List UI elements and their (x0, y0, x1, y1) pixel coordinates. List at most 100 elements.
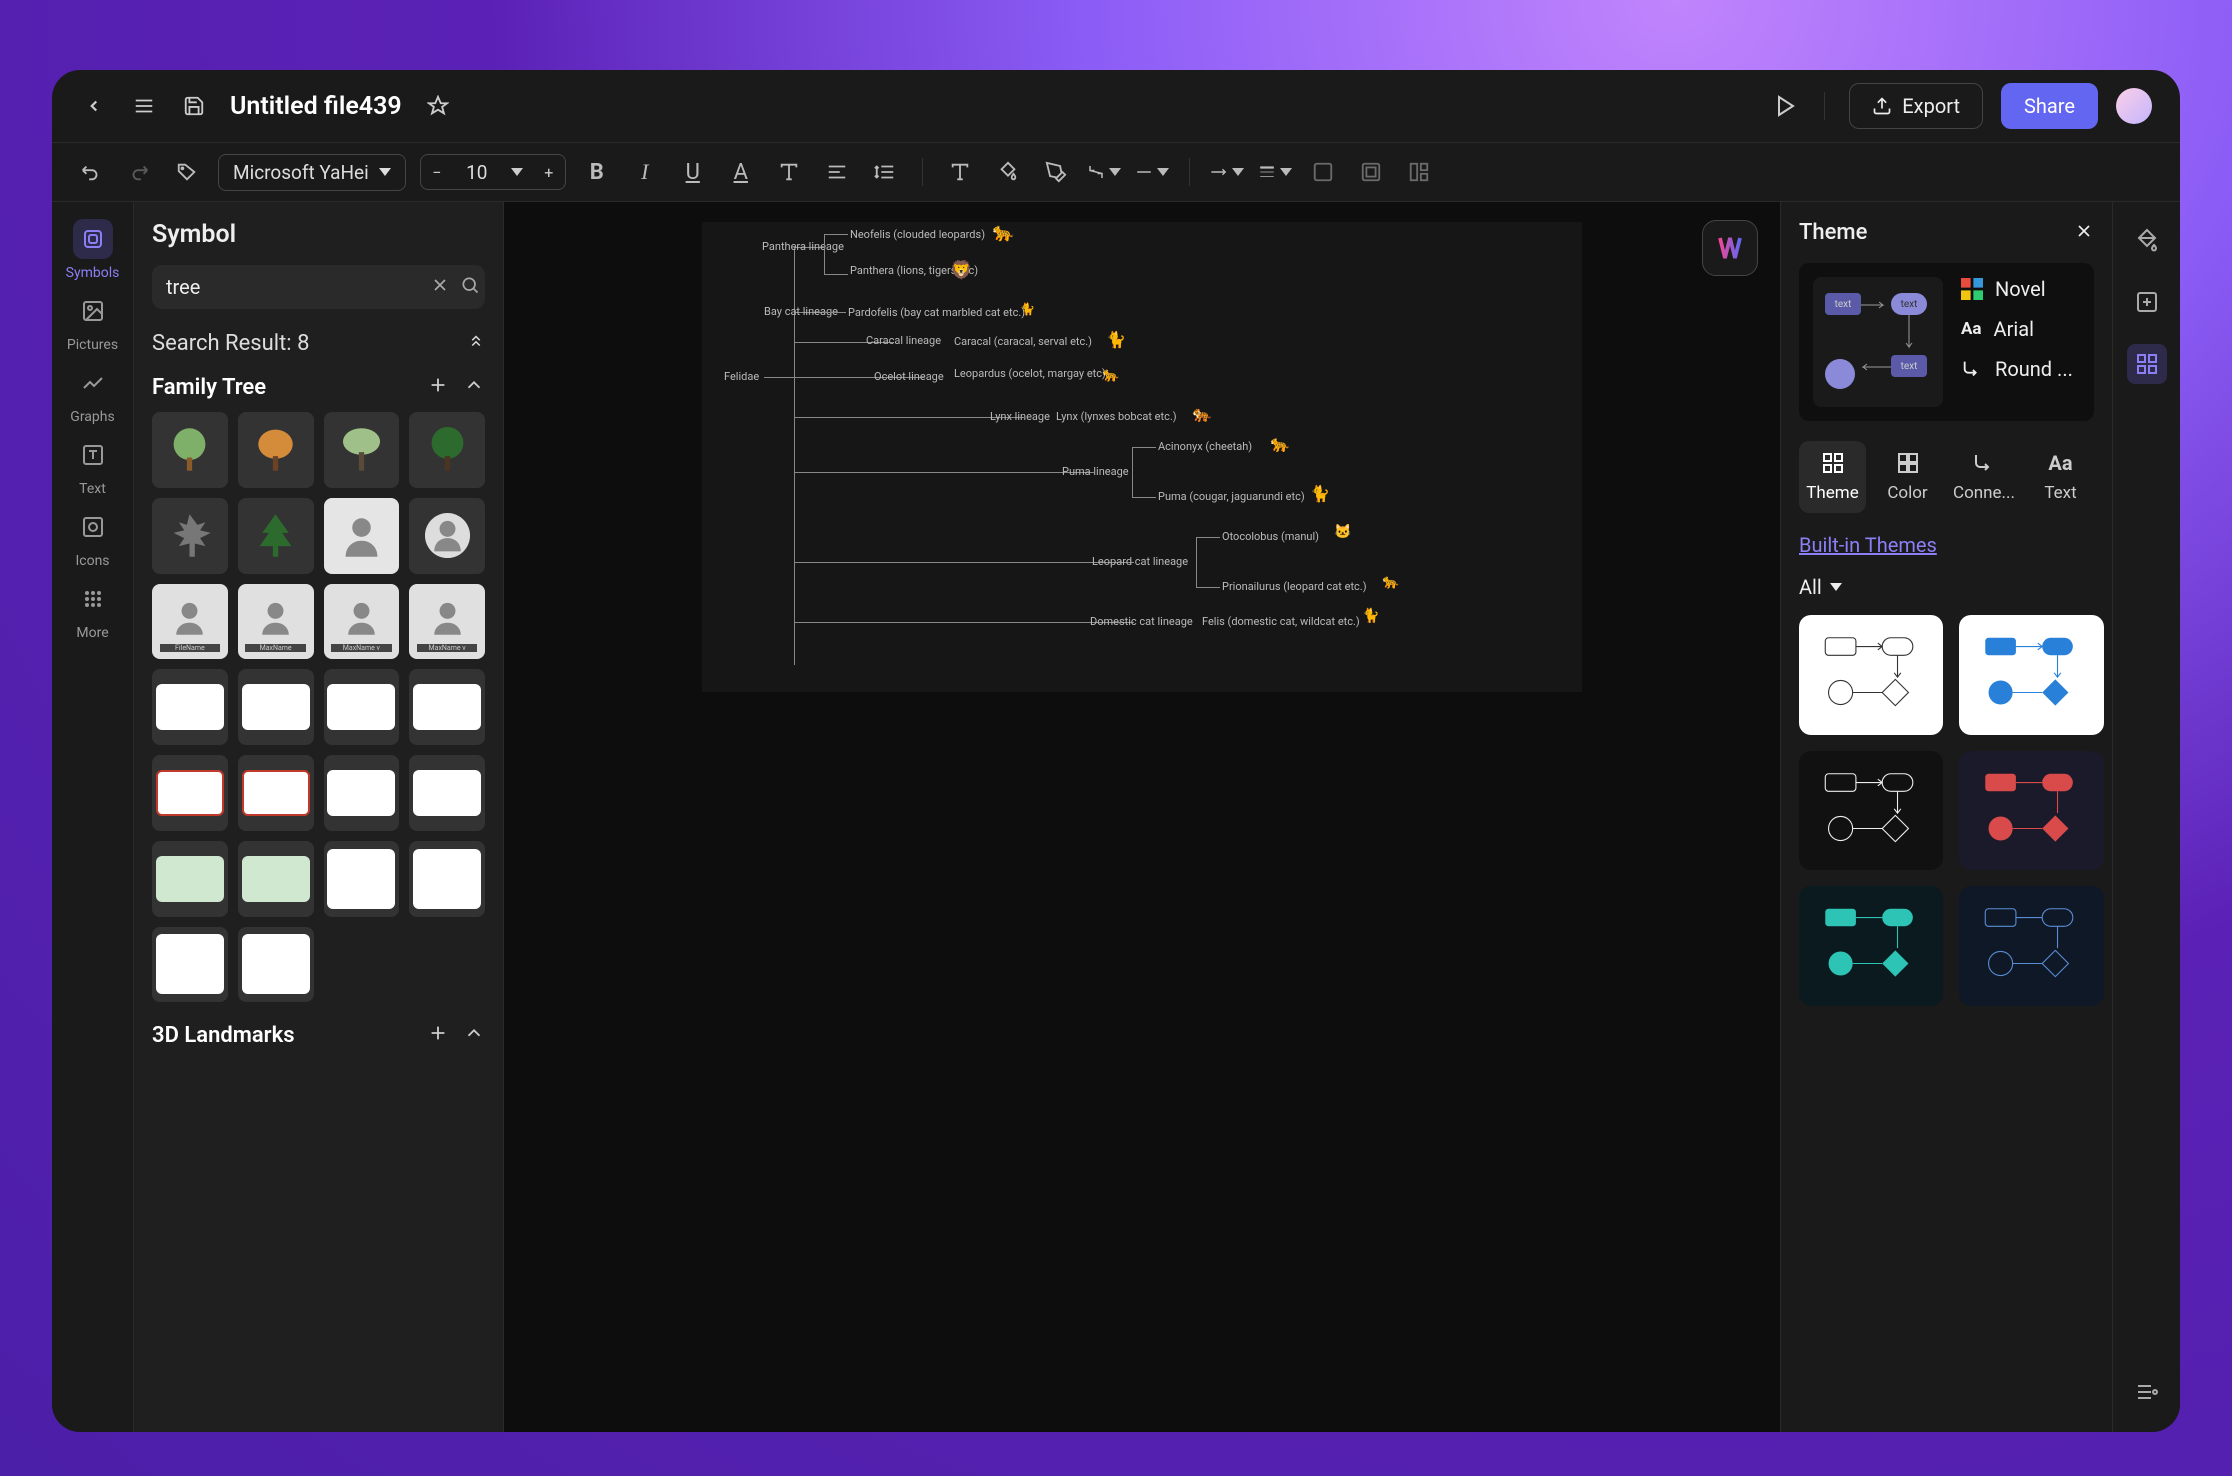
menu-button[interactable] (130, 92, 158, 120)
symbol-card-7[interactable] (324, 755, 400, 831)
save-icon[interactable] (180, 92, 208, 120)
arrow-start-button[interactable] (1210, 155, 1244, 189)
tag-button[interactable] (170, 155, 204, 189)
font-size-dropdown[interactable] (501, 155, 533, 189)
symbol-card-11[interactable] (324, 841, 400, 917)
category-family-tree: Family Tree (152, 375, 266, 400)
diagram-root: Felidae (724, 370, 759, 383)
symbol-card-3[interactable] (324, 669, 400, 745)
file-title[interactable]: Untitled file439 (230, 92, 402, 121)
symbol-card-4[interactable] (409, 669, 485, 745)
layout-button[interactable] (1402, 155, 1436, 189)
line-spacing-button[interactable] (868, 155, 902, 189)
tab-color[interactable]: Color (1874, 441, 1941, 513)
symbol-card-1[interactable] (152, 669, 228, 745)
symbol-card-14[interactable] (238, 927, 314, 1003)
font-row[interactable]: AaArial (1961, 317, 2080, 341)
collapse-category-icon[interactable] (463, 374, 485, 400)
phylogeny-diagram[interactable]: Felidae Panthera lineage Neofelis (cloud… (702, 222, 1582, 692)
play-button[interactable] (1772, 92, 1800, 120)
right-rail-import[interactable] (2127, 282, 2167, 322)
font-size-value[interactable]: 10 (453, 161, 501, 184)
export-button[interactable]: Export (1849, 83, 1983, 129)
add-category-icon-2[interactable] (427, 1022, 449, 1048)
theme-card-6[interactable] (1959, 886, 2103, 1006)
text-tool[interactable] (943, 155, 977, 189)
rail-symbols[interactable]: Symbols (61, 216, 125, 284)
font-size-increase[interactable]: + (533, 155, 565, 189)
collapse-category-icon-2[interactable] (463, 1022, 485, 1048)
symbol-tree-5[interactable] (152, 498, 228, 574)
collapse-results-icon[interactable] (467, 331, 485, 356)
italic-button[interactable]: I (628, 155, 662, 189)
back-button[interactable] (80, 92, 108, 120)
theme-card-5[interactable] (1799, 886, 1943, 1006)
rail-text[interactable]: Text (61, 432, 125, 500)
user-avatar[interactable] (2116, 88, 2152, 124)
theme-card-3[interactable] (1799, 751, 1943, 871)
right-rail-fill[interactable] (2127, 220, 2167, 260)
symbol-card-2[interactable] (238, 669, 314, 745)
shape-outline-button[interactable] (1306, 155, 1340, 189)
line-weight-button[interactable] (1258, 155, 1292, 189)
canvas[interactable]: Felidae Panthera lineage Neofelis (cloud… (504, 202, 1780, 1432)
font-color-button[interactable]: A (724, 155, 758, 189)
add-category-icon[interactable] (427, 374, 449, 400)
symbol-person-card-4[interactable]: MaxName v (409, 584, 485, 660)
right-rail-settings[interactable] (2127, 1372, 2167, 1412)
tab-theme[interactable]: Theme (1799, 441, 1866, 513)
connector-row[interactable]: Round ... (1961, 357, 2080, 381)
shape-fill-button[interactable] (1354, 155, 1388, 189)
close-panel-icon[interactable] (2074, 221, 2094, 245)
theme-card-4[interactable] (1959, 751, 2103, 871)
symbol-person-card-3[interactable]: MaxName v (324, 584, 400, 660)
search-input[interactable] (166, 275, 420, 299)
right-rail-theme[interactable] (2127, 344, 2167, 384)
symbol-card-9[interactable] (152, 841, 228, 917)
fill-color-button[interactable] (991, 155, 1025, 189)
clear-search-icon[interactable] (430, 275, 450, 299)
rail-more[interactable]: More (61, 576, 125, 644)
favorite-button[interactable] (424, 92, 452, 120)
highlight-button[interactable] (1039, 155, 1073, 189)
font-size-decrease[interactable]: − (421, 155, 453, 189)
color-scheme-row[interactable]: Novel (1961, 277, 2080, 301)
align-button[interactable] (820, 155, 854, 189)
theme-panel-title: Theme (1799, 220, 1867, 245)
symbol-card-5[interactable] (152, 755, 228, 831)
symbol-person-2[interactable] (409, 498, 485, 574)
symbol-card-6[interactable] (238, 755, 314, 831)
connector-button[interactable] (1087, 155, 1121, 189)
font-family-select[interactable]: Microsoft YaHei (218, 154, 406, 191)
symbol-card-12[interactable] (409, 841, 485, 917)
underline-button[interactable]: U (676, 155, 710, 189)
rail-icons[interactable]: Icons (61, 504, 125, 572)
text-style-button[interactable] (772, 155, 806, 189)
tab-text[interactable]: AaText (2027, 441, 2094, 513)
redo-button[interactable] (122, 155, 156, 189)
rail-graphs[interactable]: Graphs (61, 360, 125, 428)
theme-card-1[interactable] (1799, 615, 1943, 735)
symbol-person-card-1[interactable]: FileName (152, 584, 228, 660)
symbol-tree-1[interactable] (152, 412, 228, 488)
symbol-tree-3[interactable] (324, 412, 400, 488)
tab-connector[interactable]: Conne... (1949, 441, 2019, 513)
undo-button[interactable] (74, 155, 108, 189)
ai-assistant-button[interactable] (1702, 220, 1758, 276)
symbol-tree-4[interactable] (409, 412, 485, 488)
symbol-card-10[interactable] (238, 841, 314, 917)
symbol-tree-6[interactable] (238, 498, 314, 574)
bold-button[interactable]: B (580, 155, 614, 189)
symbol-tree-2[interactable] (238, 412, 314, 488)
rail-pictures[interactable]: Pictures (61, 288, 125, 356)
theme-filter[interactable]: All (1799, 575, 2094, 599)
symbol-card-13[interactable] (152, 927, 228, 1003)
share-button[interactable]: Share (2001, 83, 2098, 129)
built-in-themes-link[interactable]: Built-in Themes (1799, 533, 2094, 557)
symbol-card-8[interactable] (409, 755, 485, 831)
symbol-person-card-2[interactable]: MaxName (238, 584, 314, 660)
symbol-person-1[interactable] (324, 498, 400, 574)
theme-card-2[interactable] (1959, 615, 2103, 735)
search-icon[interactable] (460, 275, 480, 299)
line-style-button[interactable] (1135, 155, 1169, 189)
